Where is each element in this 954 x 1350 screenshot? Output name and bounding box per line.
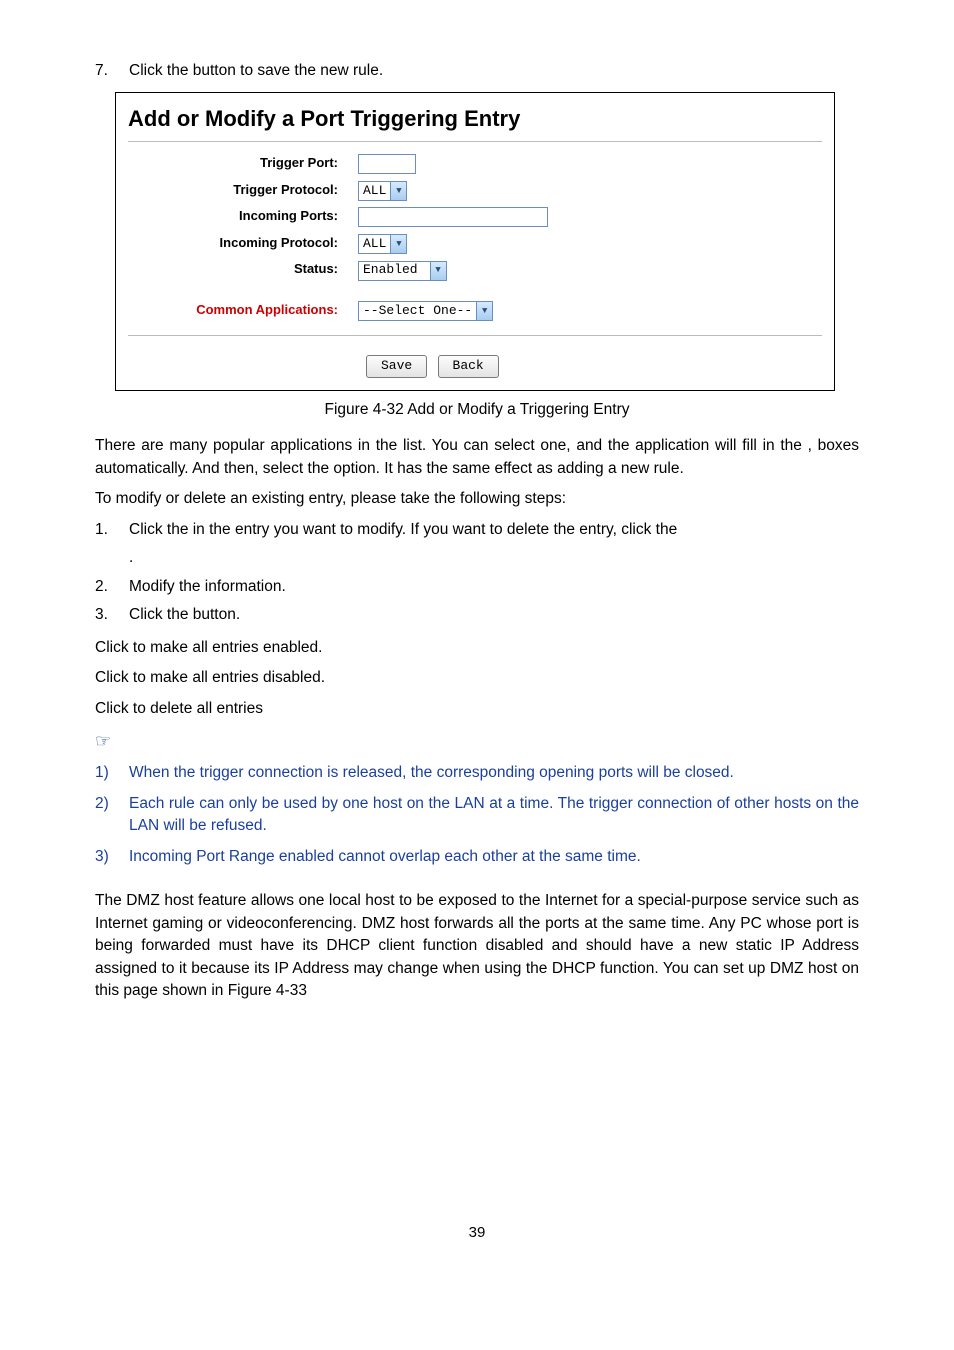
label-trigger-protocol: Trigger Protocol: xyxy=(128,181,358,200)
note-text: When the trigger connection is released,… xyxy=(129,762,859,784)
select-value: Enabled xyxy=(363,261,426,280)
list-number: 3. xyxy=(95,604,129,626)
dmz-paragraph: The DMZ host feature allows one local ho… xyxy=(95,890,859,1002)
divider xyxy=(128,335,822,336)
page-number: 39 xyxy=(95,1222,859,1244)
list-text: Click the button. xyxy=(129,604,859,626)
row-common-apps: Common Applications: --Select One-- ▼ xyxy=(116,297,834,323)
note-number: 3) xyxy=(95,846,129,868)
click-disable-line: Click to make all entries disabled. xyxy=(95,667,859,689)
label-incoming-protocol: Incoming Protocol: xyxy=(128,234,358,253)
list-text: Click the in the entry you want to modif… xyxy=(129,519,859,541)
list-text: Modify the information. xyxy=(129,576,859,598)
row-status: Status: Enabled ▼ xyxy=(116,256,834,282)
select-value: --Select One-- xyxy=(363,302,472,321)
list-number: 7. xyxy=(95,60,129,82)
chevron-down-icon: ▼ xyxy=(430,262,446,280)
dialog-title: Add or Modify a Port Triggering Entry xyxy=(116,93,834,141)
click-delete-line: Click to delete all entries xyxy=(95,698,859,720)
step-7-text: Click the button to save the new rule. xyxy=(129,60,859,82)
row-trigger-protocol: Trigger Protocol: ALL ▼ xyxy=(116,177,834,203)
select-value: ALL xyxy=(363,235,386,254)
back-button[interactable]: Back xyxy=(438,355,499,378)
note-item: 1) When the trigger connection is releas… xyxy=(95,762,859,784)
label-trigger-port: Trigger Port: xyxy=(128,154,358,173)
dialog-button-row: Save Back xyxy=(116,344,834,390)
row-incoming-protocol: Incoming Protocol: ALL ▼ xyxy=(116,230,834,256)
row-incoming-ports: Incoming Ports: xyxy=(116,203,834,229)
list-item: 1. Click the in the entry you want to mo… xyxy=(95,519,859,541)
text-fragment: Click the xyxy=(129,62,193,79)
divider xyxy=(128,141,822,142)
popular-apps-paragraph: There are many popular applications in t… xyxy=(95,435,859,480)
note-number: 1) xyxy=(95,762,129,784)
note-text: Incoming Port Range enabled cannot overl… xyxy=(129,846,859,868)
row-trigger-port: Trigger Port: xyxy=(116,150,834,176)
chevron-down-icon: ▼ xyxy=(476,302,492,320)
label-common-apps: Common Applications: xyxy=(128,301,358,320)
list-number: 2. xyxy=(95,576,129,598)
save-button[interactable]: Save xyxy=(366,355,427,378)
modify-intro: To modify or delete an existing entry, p… xyxy=(95,488,859,510)
step-7: 7. Click the button to save the new rule… xyxy=(95,60,859,82)
click-enable-line: Click to make all entries enabled. xyxy=(95,637,859,659)
label-status: Status: xyxy=(128,260,358,279)
status-select[interactable]: Enabled ▼ xyxy=(358,261,447,281)
text-fragment: button to save the new rule. xyxy=(193,62,383,79)
note-text: Each rule can only be used by one host o… xyxy=(129,793,859,838)
list-item: 2. Modify the information. xyxy=(95,576,859,598)
trigger-port-input[interactable] xyxy=(358,154,416,174)
notes-list: 1) When the trigger connection is releas… xyxy=(95,762,859,868)
note-number: 2) xyxy=(95,793,129,838)
note-pointer-icon: ☞ xyxy=(95,728,859,754)
note-item: 2) Each rule can only be used by one hos… xyxy=(95,793,859,838)
trigger-protocol-select[interactable]: ALL ▼ xyxy=(358,181,407,201)
common-apps-select[interactable]: --Select One-- ▼ xyxy=(358,301,493,321)
port-triggering-dialog: Add or Modify a Port Triggering Entry Tr… xyxy=(115,92,835,391)
list-item: 3. Click the button. xyxy=(95,604,859,626)
incoming-ports-input[interactable] xyxy=(358,207,548,227)
chevron-down-icon: ▼ xyxy=(390,182,406,200)
incoming-protocol-select[interactable]: ALL ▼ xyxy=(358,234,407,254)
chevron-down-icon: ▼ xyxy=(390,235,406,253)
select-value: ALL xyxy=(363,182,386,201)
label-incoming-ports: Incoming Ports: xyxy=(128,207,358,226)
note-item: 3) Incoming Port Range enabled cannot ov… xyxy=(95,846,859,868)
list-text-continuation: . xyxy=(129,547,859,569)
modify-steps-list: 1. Click the in the entry you want to mo… xyxy=(95,519,859,627)
list-number: 1. xyxy=(95,519,129,541)
figure-caption: Figure 4-32 Add or Modify a Triggering E… xyxy=(95,399,859,421)
